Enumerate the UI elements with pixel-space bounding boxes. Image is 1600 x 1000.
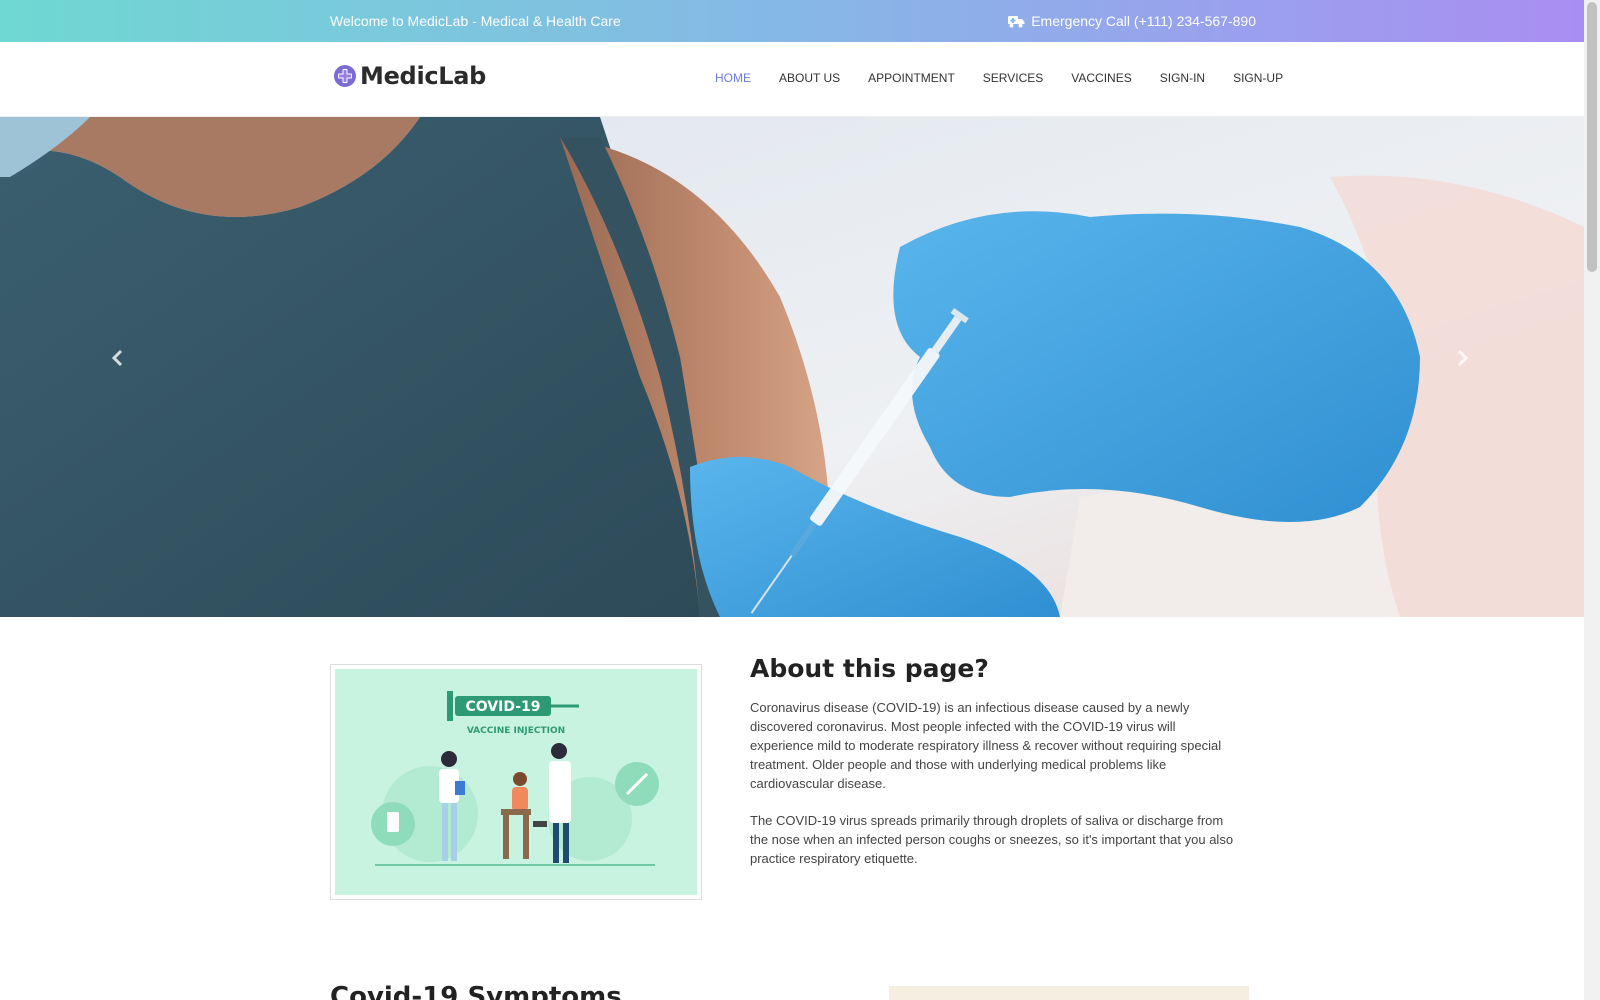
nav-vaccines[interactable]: VACCINES (1071, 71, 1131, 85)
main-nav: HOME ABOUT US APPOINTMENT SERVICES VACCI… (715, 71, 1283, 85)
nav-services[interactable]: SERVICES (983, 71, 1043, 85)
welcome-text: Welcome to MedicLab - Medical & Health C… (330, 13, 621, 29)
about-title: About this page? (750, 654, 989, 683)
about-paragraph-1: Coronavirus disease (COVID-19) is an inf… (750, 700, 1222, 791)
logo[interactable]: MedicLab (332, 62, 486, 90)
nav-about-us[interactable]: ABOUT US (779, 71, 840, 85)
ambulance-icon (1008, 15, 1025, 27)
hero-slider (0, 117, 1584, 617)
about-image-frame: COVID-19 VACCINE INJECTION (330, 664, 702, 900)
about-paragraph-2: The COVID-19 virus spreads primarily thr… (750, 813, 1234, 866)
nav-appointment[interactable]: APPOINTMENT (868, 71, 955, 85)
chevron-right-icon (1457, 349, 1469, 367)
hero-vaccination-image (0, 117, 1584, 617)
emergency-call-text: Emergency Call (+111) 234-567-890 (1031, 13, 1256, 29)
illustration-subtitle: VACCINE INJECTION (467, 726, 565, 736)
nav-home[interactable]: HOME (715, 71, 751, 85)
symptoms-side-box (889, 986, 1249, 1000)
main-header: MedicLab HOME ABOUT US APPOINTMENT SERVI… (0, 42, 1584, 117)
logo-text: MedicLab (360, 62, 487, 90)
medical-cross-icon (334, 65, 356, 87)
emergency-call[interactable]: Emergency Call (+111) 234-567-890 (1008, 13, 1256, 29)
nav-sign-up[interactable]: SIGN-UP (1233, 71, 1283, 85)
illustration-title: COVID-19 (465, 699, 540, 715)
scrollbar-thumb[interactable] (1587, 2, 1597, 272)
chevron-left-icon (111, 349, 123, 367)
symptoms-title: Covid-19 Symptoms (330, 982, 622, 1000)
top-bar: Welcome to MedicLab - Medical & Health C… (0, 0, 1584, 42)
page-scrollbar[interactable] (1584, 0, 1600, 1000)
covid-vaccine-illustration: COVID-19 VACCINE INJECTION (335, 669, 697, 895)
nav-sign-in[interactable]: SIGN-IN (1160, 71, 1205, 85)
